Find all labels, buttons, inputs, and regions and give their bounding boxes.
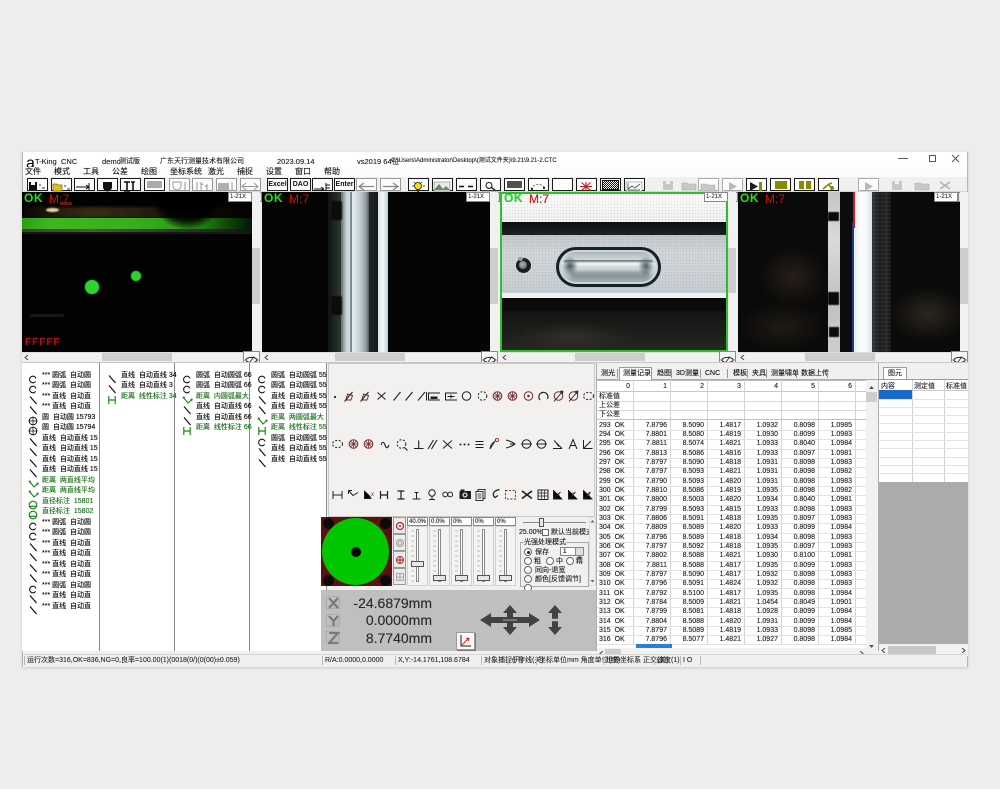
svg-text:r: r xyxy=(572,492,574,498)
svg-text:x: x xyxy=(557,492,560,498)
svg-text:x: x xyxy=(371,492,374,498)
